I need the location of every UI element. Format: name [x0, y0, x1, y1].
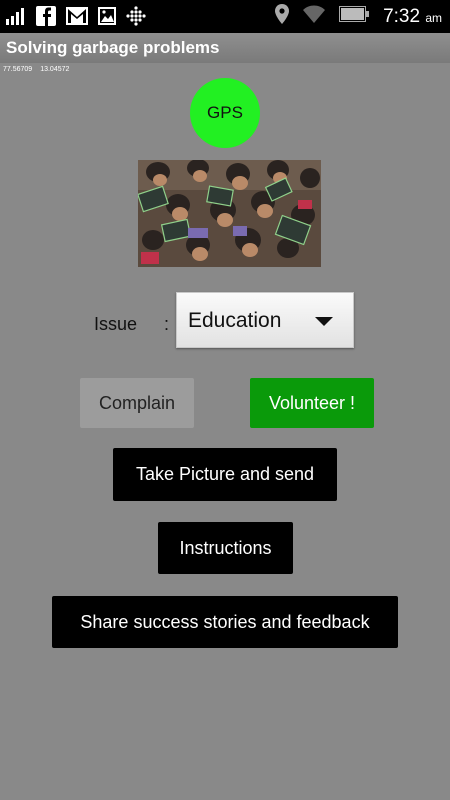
wifi-icon	[303, 5, 326, 28]
gps-button[interactable]: GPS	[190, 78, 260, 148]
take-picture-button[interactable]: Take Picture and send	[113, 448, 337, 501]
action-bar: Solving garbage problems	[0, 33, 450, 63]
longitude-value: 77.56709	[3, 66, 33, 73]
gmail-icon	[66, 7, 88, 30]
issue-selected-value: Education	[188, 309, 282, 332]
latitude-value: 13.04572	[40, 66, 70, 73]
instructions-button[interactable]: Instructions	[158, 522, 293, 574]
complain-button[interactable]: Complain	[80, 378, 194, 428]
status-bar: 7:32 am	[0, 0, 450, 33]
issue-separator: :	[164, 314, 170, 334]
issue-dropdown[interactable]: Education	[176, 292, 354, 348]
location-icon	[275, 4, 290, 29]
clock: 7:32 am	[383, 5, 442, 27]
issue-photo	[138, 160, 321, 267]
gallery-icon	[98, 7, 116, 30]
facebook-icon	[36, 6, 56, 31]
apps-grid-icon	[126, 6, 146, 31]
dropdown-arrow-icon	[315, 317, 333, 326]
signal-icon	[6, 7, 26, 30]
share-feedback-button[interactable]: Share success stories and feedback	[52, 596, 398, 648]
gps-coordinates: 77.56709 13.04572	[3, 66, 69, 73]
volunteer-button[interactable]: Volunteer !	[250, 378, 374, 428]
battery-icon	[339, 6, 370, 27]
app-title: Solving garbage problems	[6, 38, 220, 57]
issue-label: Issue	[94, 314, 138, 334]
